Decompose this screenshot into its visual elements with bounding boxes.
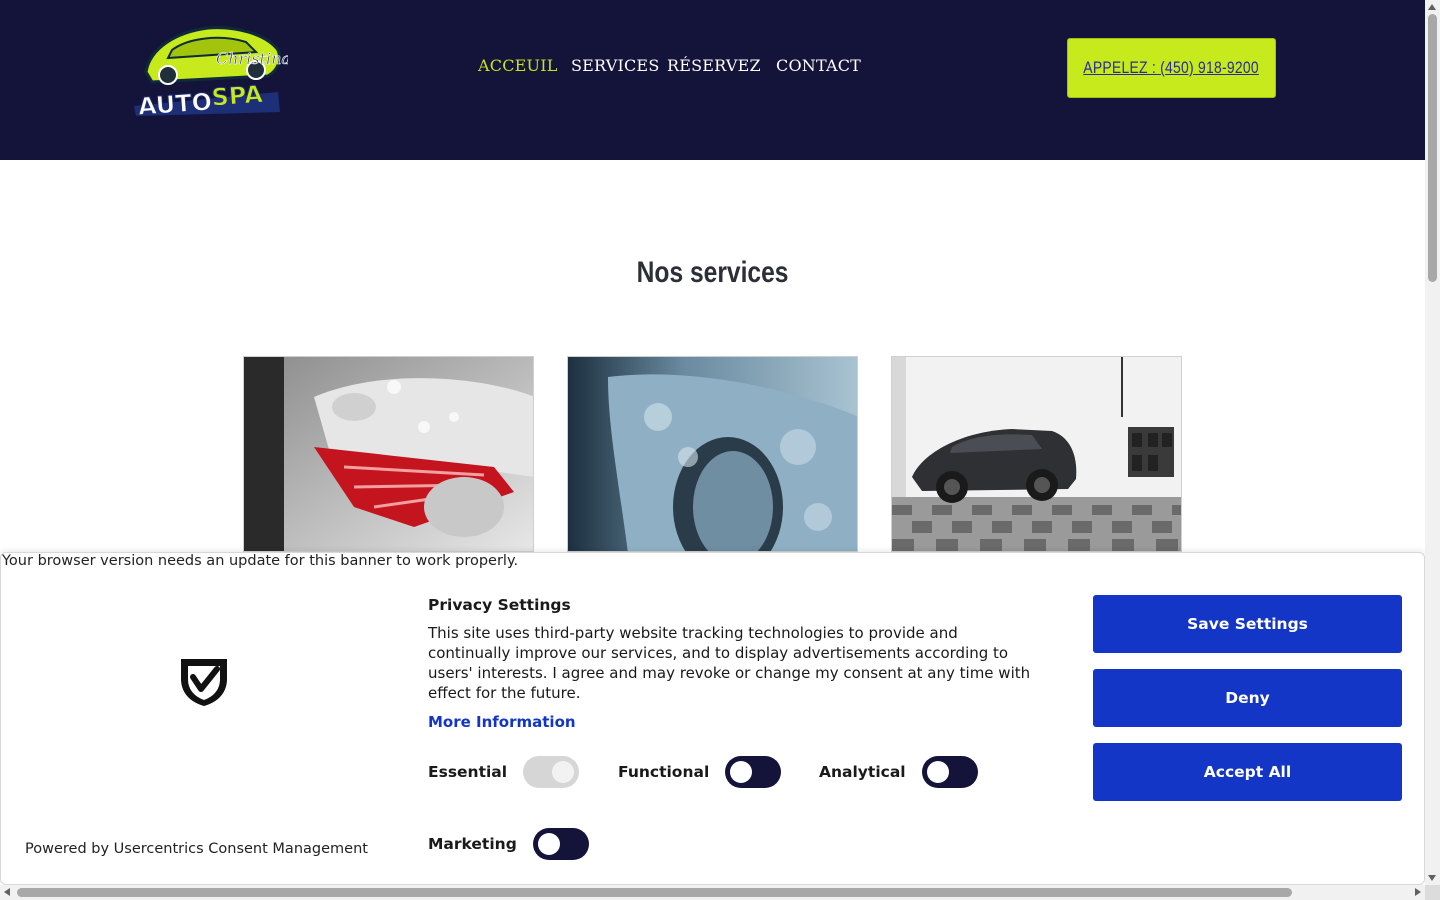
service-card-image-2[interactable] [567,356,858,552]
powered-by: Powered by Usercentrics Consent Manageme… [25,841,368,857]
toggle-essential: Essential [428,756,580,788]
accept-all-button[interactable]: Accept All [1093,743,1402,801]
horizontal-scroll-thumb[interactable] [17,888,1292,897]
nav-reservez[interactable]: RÉSERVEZ [667,56,761,75]
nav-accueil[interactable]: ACCEUIL [478,56,558,75]
privacy-description: This site uses third-party website track… [428,624,1031,702]
toggle-essential-label: Essential [428,763,508,781]
toggle-marketing-switch[interactable] [532,828,589,860]
toggle-analytical: Analytical [819,756,978,788]
service-card-image-1[interactable] [243,356,534,552]
toggle-functional: Functional [618,756,782,788]
toggle-functional-switch[interactable] [725,756,782,788]
scroll-up-icon[interactable] [1428,4,1436,10]
vertical-scrollbar[interactable] [1425,0,1440,885]
svg-text:SPA: SPA [211,80,264,112]
toggle-essential-switch [523,756,580,788]
toggle-marketing: Marketing [428,828,589,860]
browser-update-note: Your browser version needs an update for… [2,553,519,569]
call-button-label: APPELEZ : (450) 918-9200 [1083,58,1260,77]
toggle-functional-label: Functional [618,763,710,781]
scroll-down-icon[interactable] [1428,875,1436,881]
toggle-marketing-label: Marketing [428,835,517,853]
scrollbar-corner [1425,885,1440,900]
save-settings-button[interactable]: Save Settings [1093,595,1402,653]
scroll-right-icon[interactable] [1415,888,1421,896]
scroll-left-icon[interactable] [4,888,10,896]
site-header: Christina AUTO SPA ACCEUIL SERVICES RÉSE… [0,0,1425,160]
vertical-scroll-thumb[interactable] [1428,14,1437,282]
toggle-analytical-label: Analytical [819,763,906,781]
privacy-title: Privacy Settings [428,596,571,614]
page: Christina AUTO SPA ACCEUIL SERVICES RÉSE… [0,0,1440,900]
consent-banner: Your browser version needs an update for… [0,552,1425,885]
deny-button[interactable]: Deny [1093,669,1402,727]
shield-check-icon [179,657,229,707]
svg-text:AUTO: AUTO [137,88,213,116]
call-button[interactable]: APPELEZ : (450) 918-9200 [1067,38,1276,98]
nav-contact[interactable]: CONTACT [776,56,861,75]
service-card-image-3[interactable] [891,356,1182,552]
more-information-link[interactable]: More Information [428,713,576,731]
horizontal-scrollbar[interactable] [0,885,1425,900]
toggle-analytical-switch[interactable] [921,756,978,788]
nav-services[interactable]: SERVICES [571,56,659,75]
services-heading: Nos services [636,256,789,289]
